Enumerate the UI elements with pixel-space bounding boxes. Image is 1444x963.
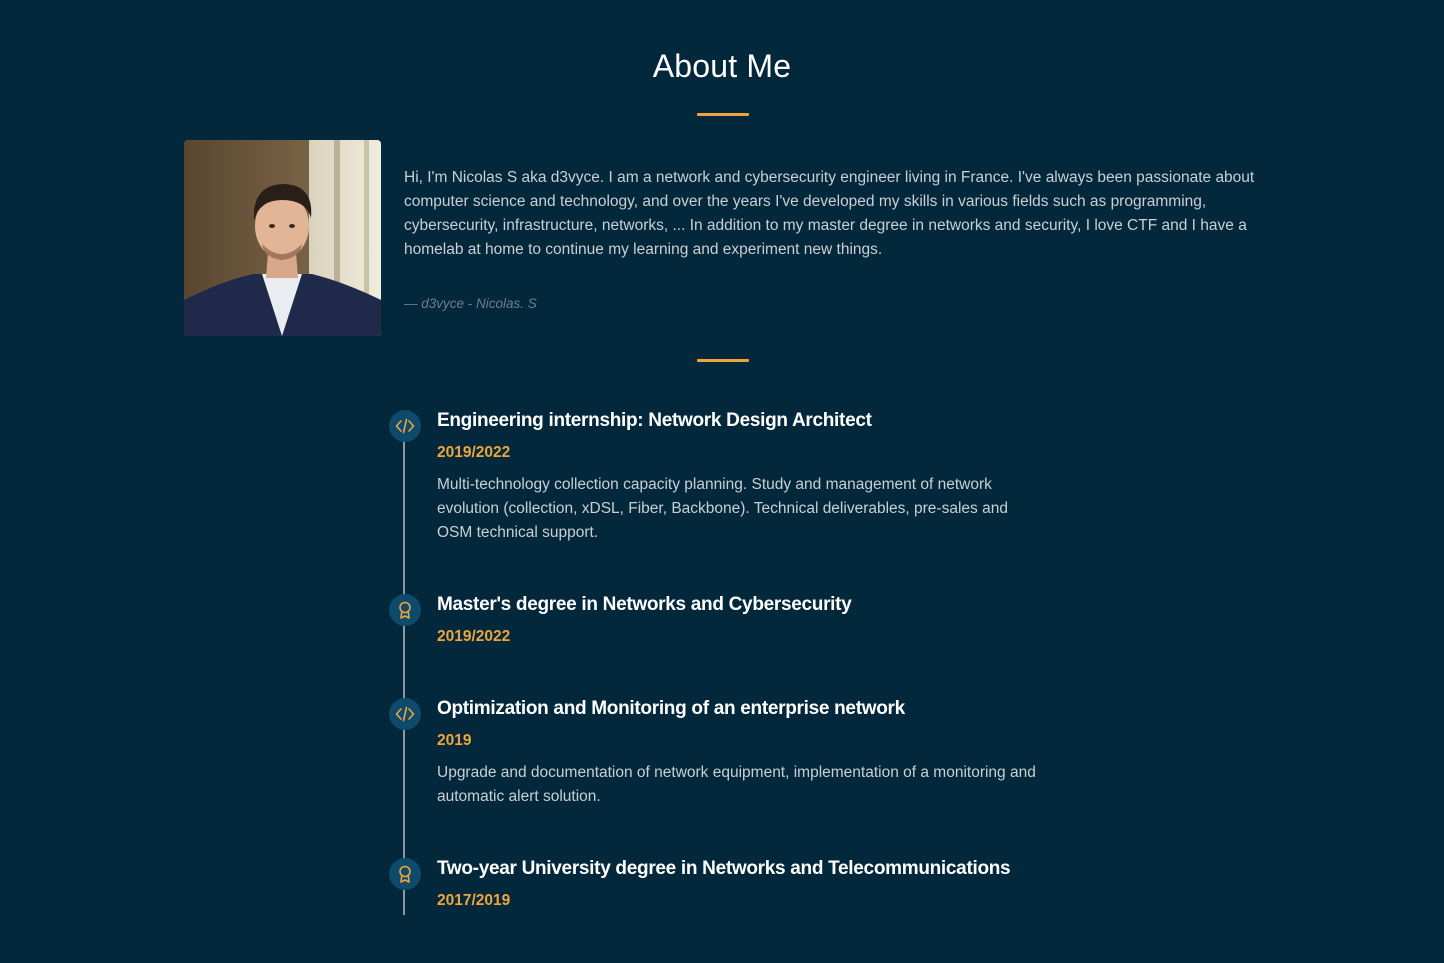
timeline-title: Two-year University degree in Networks a… — [437, 858, 1011, 879]
bio-text: Hi, I'm Nicolas S aka d3vyce. I am a net… — [404, 169, 1255, 258]
code-icon — [389, 410, 421, 442]
timeline-date: 2017/2019 — [437, 892, 511, 909]
code-icon — [389, 698, 421, 730]
page-title: About Me — [652, 48, 792, 84]
timeline-date: 2019 — [437, 732, 472, 749]
profile-photo — [184, 140, 381, 336]
timeline-date: 2019/2022 — [437, 628, 511, 645]
timeline-date: 2019/2022 — [437, 444, 511, 461]
title-divider — [697, 113, 749, 116]
timeline-title: Master's degree in Networks and Cybersec… — [437, 594, 852, 615]
timeline-description: Upgrade and documentation of network equ… — [437, 764, 1036, 805]
timeline-title: Optimization and Monitoring of an enterp… — [437, 698, 905, 719]
award-icon — [389, 858, 421, 890]
timeline-line — [403, 430, 405, 915]
timeline-title: Engineering internship: Network Design A… — [437, 410, 872, 431]
about-page: About Me Hi, I'm Nicolas S aka d3vyce. I… — [0, 0, 1444, 963]
signature: — d3vyce - Nicolas. S — [404, 296, 537, 311]
timeline-description: Multi-technology collection capacity pla… — [437, 476, 1008, 541]
section-divider — [697, 359, 749, 362]
award-icon — [389, 594, 421, 626]
